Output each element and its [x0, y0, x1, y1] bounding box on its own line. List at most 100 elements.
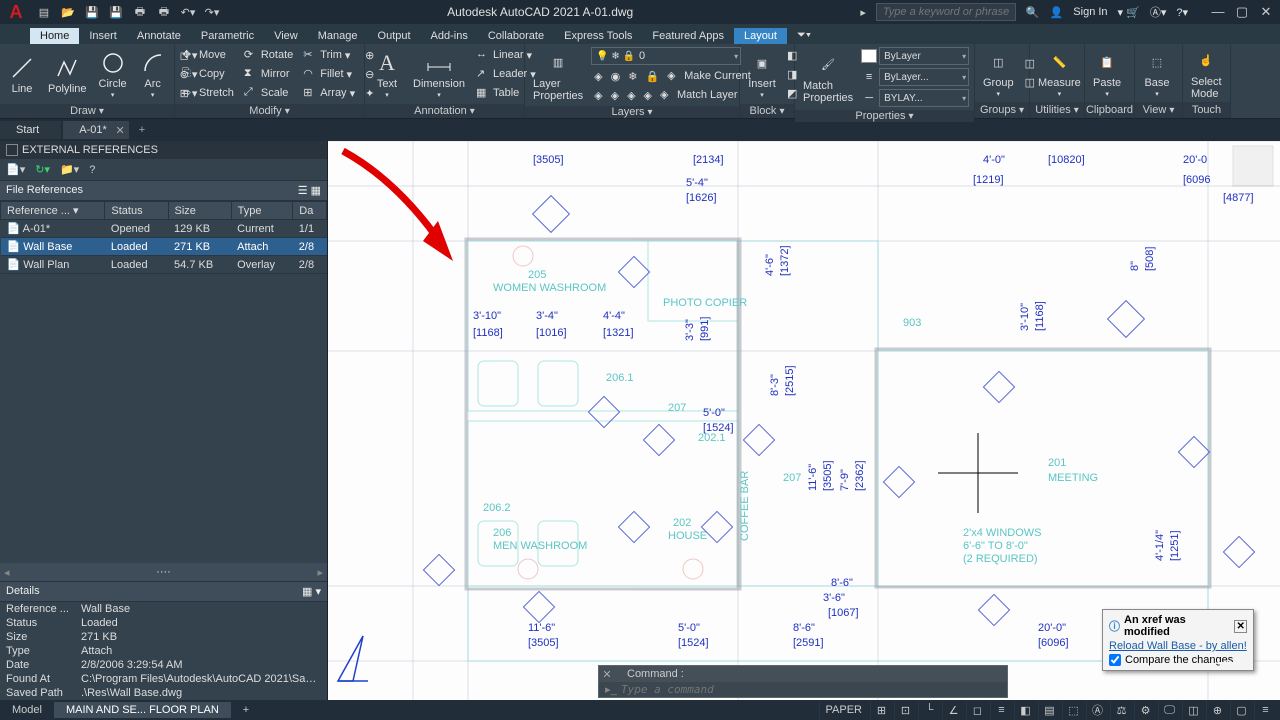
- tab-home[interactable]: Home: [30, 28, 79, 44]
- status-monitor-icon[interactable]: 🖵: [1158, 701, 1180, 719]
- col-size[interactable]: Size: [168, 202, 231, 220]
- layer-misc3-icon[interactable]: ◈: [624, 86, 638, 104]
- status-iso-icon[interactable]: ◫: [1182, 701, 1204, 719]
- mirror-button[interactable]: ⧗Mirror: [241, 65, 296, 83]
- match-layer-button[interactable]: ◈Match Layer: [657, 86, 741, 104]
- status-sc-icon[interactable]: ⬚: [1062, 701, 1084, 719]
- tab-insert[interactable]: Insert: [79, 28, 127, 44]
- status-grid-icon[interactable]: ⊞: [870, 701, 892, 719]
- search-input[interactable]: [876, 3, 1016, 21]
- arc-button[interactable]: Arc▾: [135, 47, 171, 101]
- line-button[interactable]: Line: [4, 47, 40, 101]
- attach-icon[interactable]: 📄▾: [6, 163, 25, 176]
- rotate-button[interactable]: ⟳Rotate: [241, 46, 296, 64]
- status-ortho-icon[interactable]: └: [918, 701, 940, 719]
- tab-annotate[interactable]: Annotate: [127, 28, 191, 44]
- color-combo[interactable]: ByLayer: [879, 47, 969, 65]
- trim-button[interactable]: ✂Trim ▾: [300, 46, 358, 64]
- change-path-icon[interactable]: 📁▾: [60, 163, 79, 176]
- status-scale-icon[interactable]: ⚖: [1110, 701, 1132, 719]
- tab-addins[interactable]: Add-ins: [421, 28, 478, 44]
- qat-save-icon[interactable]: 💾: [84, 4, 100, 20]
- status-paper[interactable]: PAPER: [819, 701, 868, 719]
- details-icons[interactable]: ▦ ▾: [302, 585, 321, 598]
- maximize-button[interactable]: ▢: [1232, 4, 1252, 20]
- tab-close-icon[interactable]: ✕: [116, 124, 125, 137]
- measure-button[interactable]: 📏Measure▾: [1034, 46, 1085, 100]
- table-row[interactable]: 📄 A-01*Opened129 KBCurrent1/1: [1, 220, 327, 238]
- list-view-icon[interactable]: ☰ ▦: [298, 184, 321, 197]
- balloon-close-button[interactable]: ✕: [1234, 620, 1247, 633]
- compare-checkbox[interactable]: [1109, 654, 1121, 666]
- command-line[interactable]: ✕Command : ▸_: [598, 665, 1008, 698]
- status-ws-icon[interactable]: ⚙: [1134, 701, 1156, 719]
- tab-expander[interactable]: ⏷▾: [787, 27, 821, 44]
- linetype-combo[interactable]: BYLAY...: [879, 89, 969, 107]
- stretch-button[interactable]: ⬄Stretch: [179, 84, 237, 102]
- search-icon[interactable]: 🔍: [1026, 6, 1040, 19]
- insert-button[interactable]: ▣Insert▾: [744, 47, 780, 101]
- table-row[interactable]: 📄 Wall PlanLoaded54.7 KBOverlay2/8: [1, 256, 327, 274]
- qat-redo-icon[interactable]: ↷▾: [204, 4, 220, 20]
- minimize-button[interactable]: —: [1208, 4, 1228, 20]
- qat-saveas-icon[interactable]: 💾: [108, 4, 124, 20]
- tab-featured[interactable]: Featured Apps: [642, 28, 734, 44]
- base-button[interactable]: ⬚Base▾: [1139, 46, 1175, 100]
- drawing-canvas[interactable]: [3505] [2134] 4'-0" [10820] 20'-0 [1219]…: [328, 141, 1280, 700]
- layer-misc2-icon[interactable]: ◈: [608, 86, 622, 104]
- layer-misc-icon[interactable]: ◈: [591, 86, 605, 104]
- new-tab-button[interactable]: +: [131, 122, 153, 138]
- qat-open-icon[interactable]: 📂: [60, 4, 76, 20]
- app-logo[interactable]: A: [4, 0, 28, 24]
- status-clean-icon[interactable]: ▢: [1230, 701, 1252, 719]
- layout-add-button[interactable]: +: [231, 702, 261, 718]
- tab-parametric[interactable]: Parametric: [191, 28, 264, 44]
- copy-button[interactable]: ⎘Copy: [179, 65, 237, 83]
- close-button[interactable]: ✕: [1256, 4, 1276, 20]
- reload-link[interactable]: Reload Wall Base - by allen!: [1109, 640, 1247, 652]
- layout-main[interactable]: MAIN AND SE... FLOOR PLAN: [54, 702, 231, 718]
- status-custom-icon[interactable]: ≡: [1254, 701, 1276, 719]
- status-osnap-icon[interactable]: ◻: [966, 701, 988, 719]
- fillet-button[interactable]: ◠Fillet ▾: [300, 65, 358, 83]
- cart-icon[interactable]: ▾ 🛒: [1118, 6, 1140, 19]
- match-properties-button[interactable]: 🖌Match Properties: [799, 50, 857, 104]
- share-icon[interactable]: ▸: [860, 6, 866, 19]
- signin-label[interactable]: Sign In: [1073, 6, 1107, 18]
- lineweight-combo[interactable]: ByLayer...: [879, 68, 969, 86]
- tab-view[interactable]: View: [264, 28, 308, 44]
- appstore-icon[interactable]: Ⓐ▾: [1150, 4, 1167, 20]
- group-button[interactable]: ◫Group▾: [979, 46, 1018, 100]
- status-lwt-icon[interactable]: ≡: [990, 701, 1012, 719]
- qat-plot-icon[interactable]: 🖶: [132, 4, 148, 20]
- dimension-button[interactable]: Dimension▾: [409, 47, 469, 101]
- layer-combo[interactable]: 💡 ❄ 🔒 0: [591, 47, 741, 65]
- col-name[interactable]: Reference ... ▾: [1, 202, 105, 220]
- col-date[interactable]: Da: [293, 202, 327, 220]
- refresh-icon[interactable]: ↻▾: [35, 163, 50, 176]
- status-anno-icon[interactable]: Ⓐ: [1086, 701, 1108, 719]
- scale-button[interactable]: ⤢Scale: [241, 84, 296, 102]
- array-button[interactable]: ⊞Array ▾: [300, 84, 358, 102]
- color-swatch[interactable]: [861, 49, 877, 63]
- tab-manage[interactable]: Manage: [308, 28, 368, 44]
- help-icon[interactable]: ?: [89, 164, 95, 176]
- paste-button[interactable]: 📋Paste▾: [1089, 46, 1125, 100]
- circle-button[interactable]: Circle▾: [95, 47, 131, 101]
- tab-collaborate[interactable]: Collaborate: [478, 28, 554, 44]
- layer-freeze-icon[interactable]: ❄: [625, 67, 640, 85]
- cmdline-close-icon[interactable]: ✕: [601, 668, 613, 681]
- qat-new-icon[interactable]: ▤: [36, 4, 52, 20]
- help-icon[interactable]: ?▾: [1176, 6, 1188, 19]
- select-mode-button[interactable]: ☝Select Mode: [1187, 46, 1226, 100]
- layer-misc4-icon[interactable]: ◈: [641, 86, 655, 104]
- col-status[interactable]: Status: [105, 202, 168, 220]
- status-transparency-icon[interactable]: ◧: [1014, 701, 1036, 719]
- text-button[interactable]: AText▾: [369, 47, 405, 101]
- status-snap-icon[interactable]: ⊡: [894, 701, 916, 719]
- tab-start[interactable]: Start: [0, 121, 61, 139]
- tab-output[interactable]: Output: [368, 28, 421, 44]
- qat-print-icon[interactable]: 🖶: [156, 4, 172, 20]
- tab-a01[interactable]: A-01*✕: [63, 121, 129, 139]
- status-qp-icon[interactable]: ▤: [1038, 701, 1060, 719]
